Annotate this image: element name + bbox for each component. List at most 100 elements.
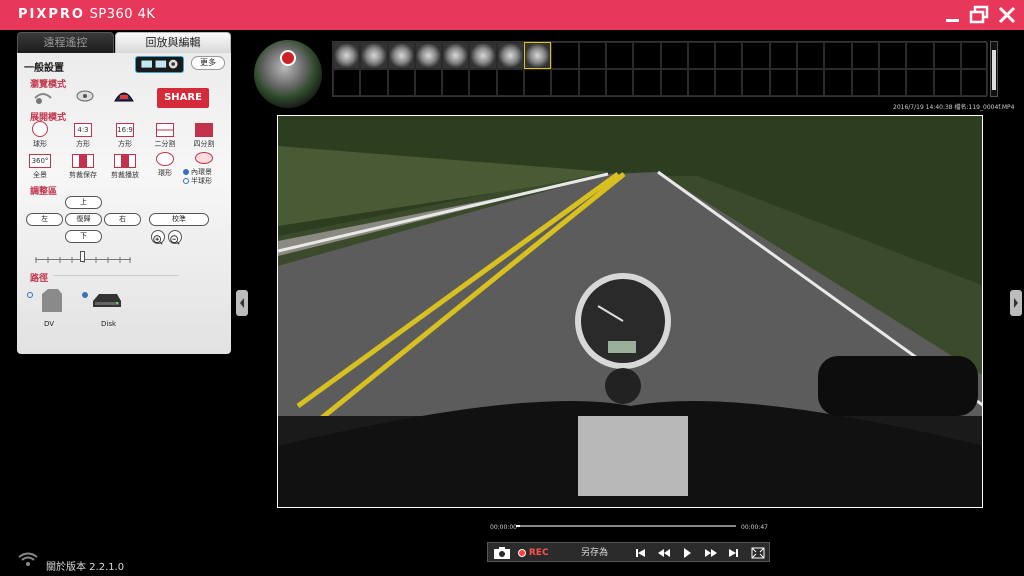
thumbnail-item[interactable] bbox=[442, 42, 470, 69]
thumbnail-slot-empty[interactable] bbox=[633, 69, 661, 96]
close-button[interactable] bbox=[996, 4, 1018, 26]
view-dome-icon[interactable] bbox=[73, 88, 97, 106]
thumbnail-slot-empty[interactable] bbox=[742, 42, 770, 69]
more-button[interactable]: 更多 bbox=[191, 56, 225, 70]
media-mode-toggle[interactable] bbox=[135, 56, 184, 73]
thumbnail-slot-empty[interactable] bbox=[687, 69, 716, 96]
record-button[interactable]: REC bbox=[518, 545, 549, 561]
thumbnail-slot-empty[interactable] bbox=[769, 42, 798, 69]
thumbnail-slot-empty[interactable] bbox=[933, 42, 961, 69]
right-button[interactable]: 右 bbox=[104, 213, 141, 226]
thumbnail-slot-empty[interactable] bbox=[387, 69, 415, 96]
thumbnail-item[interactable] bbox=[387, 42, 415, 69]
thumbnail-slot-empty[interactable] bbox=[469, 69, 497, 96]
zoom-in-button[interactable] bbox=[151, 230, 165, 245]
prev-arrow-button[interactable] bbox=[236, 290, 248, 316]
layout-16-9[interactable]: 16:9 方形 bbox=[106, 123, 144, 149]
thumbnail-item[interactable] bbox=[496, 42, 525, 69]
thumbnail-slot-empty[interactable] bbox=[715, 42, 743, 69]
thumbnail-slot-empty[interactable] bbox=[551, 69, 579, 96]
thumbnail-slot-empty[interactable] bbox=[660, 69, 688, 96]
thumbnail-slot-empty[interactable] bbox=[633, 42, 661, 69]
save-as-button[interactable]: 另存為 bbox=[581, 545, 608, 561]
thumbnail-slot-empty[interactable] bbox=[742, 69, 770, 96]
share-button[interactable]: SHARE bbox=[157, 88, 209, 108]
disk-radio[interactable] bbox=[82, 292, 88, 298]
thumbnail-slot-empty[interactable] bbox=[715, 69, 743, 96]
skip-end-button[interactable] bbox=[728, 545, 740, 561]
thumbnail-slot-empty[interactable] bbox=[824, 69, 852, 96]
thumbnail-slot-empty[interactable] bbox=[660, 42, 688, 69]
layout-sphere[interactable]: 球形 bbox=[21, 121, 59, 149]
thumbnail-slot-empty[interactable] bbox=[878, 69, 907, 96]
thumbnail-item[interactable] bbox=[414, 42, 443, 69]
thumbnail-slot-empty[interactable] bbox=[333, 69, 361, 96]
thumbnail-item[interactable] bbox=[524, 42, 552, 69]
down-button[interactable]: 下 bbox=[65, 230, 102, 243]
reset-button[interactable]: 復歸 bbox=[65, 213, 102, 226]
level-button[interactable]: 校準 bbox=[149, 213, 209, 226]
view-vr-icon[interactable] bbox=[112, 87, 136, 105]
fisheye-preview[interactable] bbox=[254, 40, 322, 108]
thumbnail-slot-empty[interactable] bbox=[687, 42, 716, 69]
thumbnail-slot-empty[interactable] bbox=[851, 69, 879, 96]
thumbnail-slot-empty[interactable] bbox=[442, 69, 470, 96]
view-front-icon[interactable] bbox=[31, 88, 55, 106]
next-arrow-button[interactable] bbox=[1010, 290, 1022, 316]
layout-clip-play[interactable]: 剪裁播放 bbox=[106, 154, 144, 180]
zoom-slider-knob[interactable] bbox=[80, 251, 85, 262]
thumbnail-slot-empty[interactable] bbox=[824, 42, 852, 69]
layout-ring[interactable]: 環形 bbox=[146, 152, 184, 178]
thumbnail-slot-empty[interactable] bbox=[797, 69, 825, 96]
tab-remote-control[interactable]: 遠程遙控 bbox=[17, 32, 114, 54]
left-button[interactable]: 左 bbox=[26, 213, 63, 226]
thumbnail-slot-empty[interactable] bbox=[360, 69, 388, 96]
thumbnail-slot-empty[interactable] bbox=[414, 69, 443, 96]
thumbnail-slot-empty[interactable] bbox=[960, 69, 989, 96]
version-label[interactable]: 關於版本 2.2.1.0 bbox=[46, 558, 124, 573]
thumbnail-slot-empty[interactable] bbox=[906, 42, 934, 69]
thumbnail-slot-empty[interactable] bbox=[605, 69, 634, 96]
layout-split-4[interactable]: 四分割 bbox=[185, 123, 223, 149]
minimize-button[interactable] bbox=[942, 4, 964, 26]
seek-bar[interactable] bbox=[516, 525, 736, 527]
thumbnail-item[interactable] bbox=[333, 42, 361, 69]
zoom-out-button[interactable] bbox=[168, 230, 182, 245]
thumbnail-slot-empty[interactable] bbox=[524, 69, 552, 96]
thumbnail-slot-empty[interactable] bbox=[496, 69, 525, 96]
restore-button[interactable] bbox=[968, 4, 990, 26]
fullscreen-button[interactable] bbox=[750, 545, 766, 561]
layout-inner-view[interactable] bbox=[185, 152, 223, 164]
thumbnail-slot-empty[interactable] bbox=[797, 42, 825, 69]
thumbnail-slot-empty[interactable] bbox=[933, 69, 961, 96]
snapshot-button[interactable] bbox=[492, 545, 512, 561]
hemisphere-radio[interactable] bbox=[183, 178, 189, 184]
scrollbar-thumb[interactable] bbox=[992, 50, 996, 90]
thumbnail-slot-empty[interactable] bbox=[605, 42, 634, 69]
thumbnail-slot-empty[interactable] bbox=[578, 42, 606, 69]
layout-clip-save[interactable]: 剪裁保存 bbox=[64, 154, 102, 180]
rewind-button[interactable] bbox=[656, 545, 672, 561]
layout-split-2[interactable]: 二分割 bbox=[146, 123, 184, 149]
fast-forward-button[interactable] bbox=[703, 545, 719, 561]
thumbnail-slot-empty[interactable] bbox=[769, 69, 798, 96]
tab-playback-edit[interactable]: 回放與編輯 bbox=[115, 32, 231, 54]
up-button[interactable]: 上 bbox=[65, 196, 102, 209]
layout-4-3[interactable]: 4:3 方形 bbox=[64, 123, 102, 149]
thumbnail-slot-empty[interactable] bbox=[551, 42, 579, 69]
thumbnail-slot-empty[interactable] bbox=[851, 42, 879, 69]
thumbnail-slot-empty[interactable] bbox=[878, 42, 907, 69]
option-hemisphere[interactable]: 半球形 bbox=[183, 176, 212, 186]
thumbnail-item[interactable] bbox=[469, 42, 497, 69]
thumbnail-slot-empty[interactable] bbox=[960, 42, 989, 69]
thumbnail-scrollbar[interactable] bbox=[990, 41, 998, 97]
thumbnail-slot-empty[interactable] bbox=[578, 69, 606, 96]
thumbnail-slot-empty[interactable] bbox=[906, 69, 934, 96]
play-button[interactable] bbox=[681, 545, 693, 561]
inner-view-radio[interactable] bbox=[183, 169, 189, 175]
video-view[interactable] bbox=[277, 115, 983, 508]
thumbnail-item[interactable] bbox=[360, 42, 388, 69]
dv-radio[interactable] bbox=[27, 292, 33, 298]
layout-360[interactable]: 360° 全景 bbox=[21, 154, 59, 180]
skip-start-button[interactable] bbox=[634, 545, 646, 561]
